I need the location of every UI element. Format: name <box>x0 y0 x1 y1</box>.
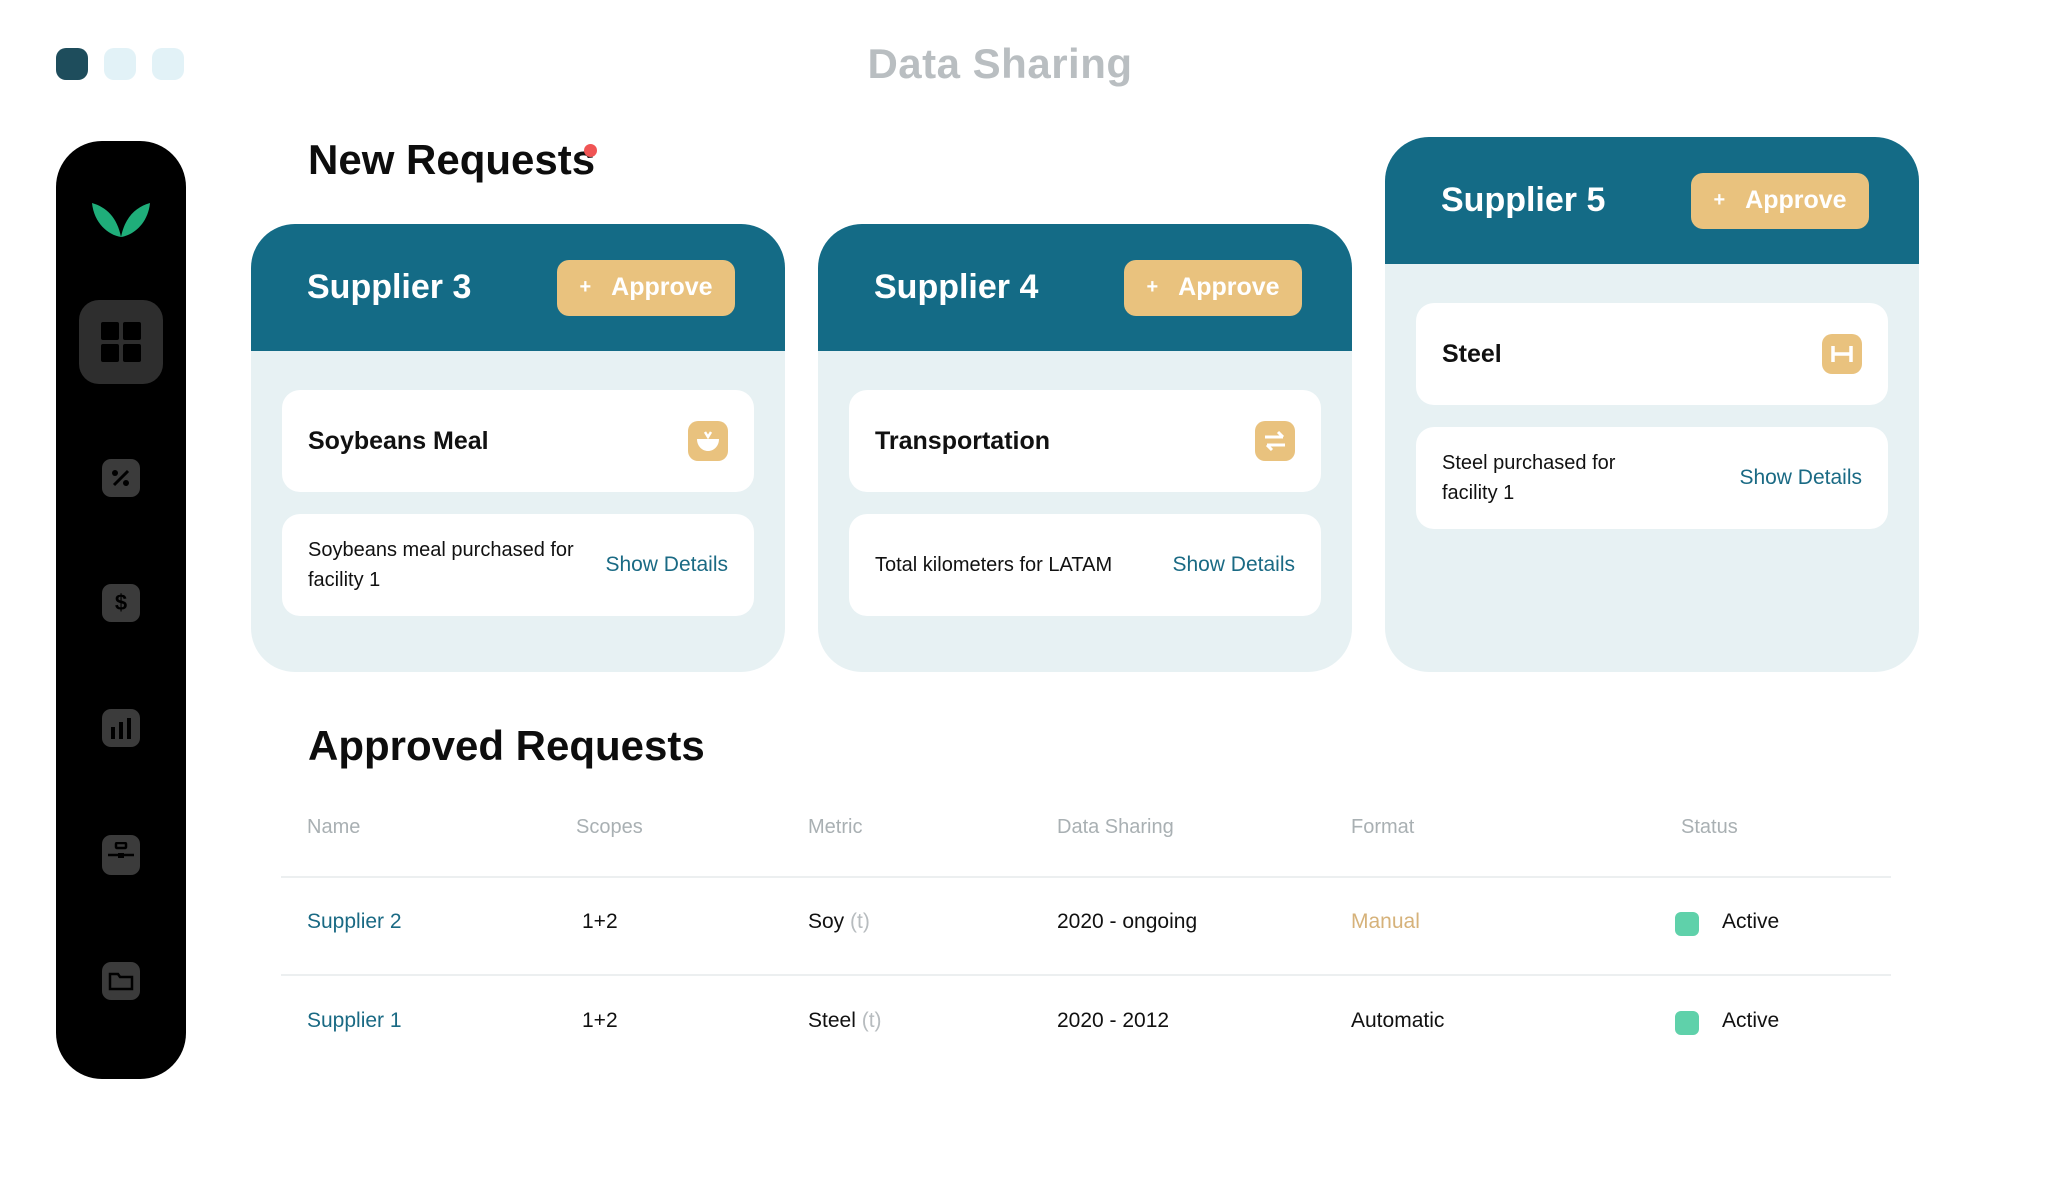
sidebar-item-portfolio[interactable] <box>79 813 163 897</box>
item-description: Total kilometers for LATAM <box>875 554 1113 576</box>
item-name: Soybeans Meal <box>308 426 489 455</box>
item-tile[interactable]: Soybeans Meal <box>282 390 754 492</box>
item-detail-tile: Soybeans meal purchased for facility 1 S… <box>282 514 754 616</box>
row-data-sharing: 2020 - ongoing <box>1057 910 1198 933</box>
sidebar-item-finance[interactable]: $ <box>79 561 163 645</box>
item-name: Transportation <box>875 426 1051 455</box>
card-header: Supplier 4 + Approve <box>818 224 1352 351</box>
status-indicator <box>1675 1011 1699 1035</box>
request-card-supplier-5: Supplier 5 + Approve Steel Steel purchas… <box>1385 137 1919 672</box>
row-name[interactable]: Supplier 2 <box>307 910 402 934</box>
row-metric: Soy (t) <box>808 910 870 933</box>
column-header-metric[interactable]: Metric <box>808 816 862 839</box>
approve-label: Approve <box>1178 273 1280 301</box>
metric-unit: (t) <box>861 1009 882 1032</box>
item-name: Steel <box>1442 339 1502 368</box>
plus-icon: + <box>1146 276 1159 298</box>
show-details-link[interactable]: Show Details <box>1739 466 1862 490</box>
plus-icon: + <box>1713 189 1726 211</box>
sidebar: $ <box>56 141 186 1079</box>
request-card-supplier-4: Supplier 4 + Approve Transportation Tota… <box>818 224 1352 672</box>
item-tile[interactable]: Transportation <box>849 390 1321 492</box>
sidebar-item-analytics[interactable] <box>79 436 163 520</box>
item-detail-tile: Steel purchased for facility 1 Show Deta… <box>1416 427 1888 529</box>
card-header: Supplier 5 + Approve <box>1385 137 1919 264</box>
approve-label: Approve <box>611 273 713 301</box>
table-divider <box>281 974 1891 976</box>
show-details-link[interactable]: Show Details <box>1172 553 1295 577</box>
row-status: Active <box>1722 910 1780 933</box>
card-supplier-name: Supplier 5 <box>1441 181 1606 219</box>
column-header-scopes[interactable]: Scopes <box>576 816 643 839</box>
new-requests-title: New Requests <box>308 136 596 183</box>
row-status: Active <box>1722 1009 1780 1032</box>
request-card-supplier-3: Supplier 3 + Approve Soybeans Meal Soybe… <box>251 224 785 672</box>
card-supplier-name: Supplier 4 <box>874 268 1039 306</box>
swap-arrows-icon <box>1255 421 1295 461</box>
row-format: Manual <box>1351 910 1420 933</box>
dashboard-icon <box>101 322 141 362</box>
analytics-icon <box>102 459 140 497</box>
column-header-name[interactable]: Name <box>307 816 360 839</box>
row-scopes: 1+2 <box>582 1009 618 1032</box>
column-header-data-sharing[interactable]: Data Sharing <box>1057 816 1174 839</box>
sidebar-item-files[interactable] <box>79 939 163 1023</box>
sidebar-item-reports[interactable] <box>79 686 163 770</box>
approve-button[interactable]: + Approve <box>1124 259 1302 316</box>
approved-requests-title: Approved Requests <box>308 722 705 769</box>
show-details-link[interactable]: Show Details <box>605 553 728 577</box>
item-description: Soybeans meal purchased for facility 1 <box>308 539 574 591</box>
row-data-sharing: 2020 - 2012 <box>1057 1009 1170 1032</box>
column-header-format[interactable]: Format <box>1351 816 1414 839</box>
item-tile[interactable]: Steel <box>1416 303 1888 405</box>
row-metric: Steel (t) <box>808 1009 882 1032</box>
approve-label: Approve <box>1745 186 1847 214</box>
metric-unit: (t) <box>850 910 870 933</box>
briefcase-icon <box>102 835 140 875</box>
plus-icon: + <box>579 276 592 298</box>
bar-chart-icon <box>102 709 140 747</box>
item-description: Steel purchased for facility 1 <box>1442 452 1616 504</box>
row-scopes: 1+2 <box>582 910 618 933</box>
approve-button[interactable]: + Approve <box>1691 172 1869 229</box>
approve-button[interactable]: + Approve <box>557 259 735 316</box>
card-supplier-name: Supplier 3 <box>307 268 472 306</box>
steel-beam-icon <box>1822 334 1862 374</box>
table-divider <box>281 876 1891 878</box>
leaf-logo-icon[interactable] <box>90 199 152 239</box>
item-detail-tile: Total kilometers for LATAM Show Details <box>849 514 1321 616</box>
column-header-status[interactable]: Status <box>1681 816 1738 839</box>
new-requests-indicator <box>584 144 597 157</box>
folder-icon <box>102 962 140 1000</box>
bowl-icon <box>688 421 728 461</box>
row-name[interactable]: Supplier 1 <box>307 1009 402 1033</box>
card-header: Supplier 3 + Approve <box>251 224 785 351</box>
sidebar-item-dashboard[interactable] <box>79 300 163 384</box>
app-title: Data Sharing <box>867 40 1133 87</box>
dollar-icon: $ <box>102 584 140 622</box>
status-indicator <box>1675 912 1699 936</box>
row-format: Automatic <box>1351 1009 1445 1032</box>
